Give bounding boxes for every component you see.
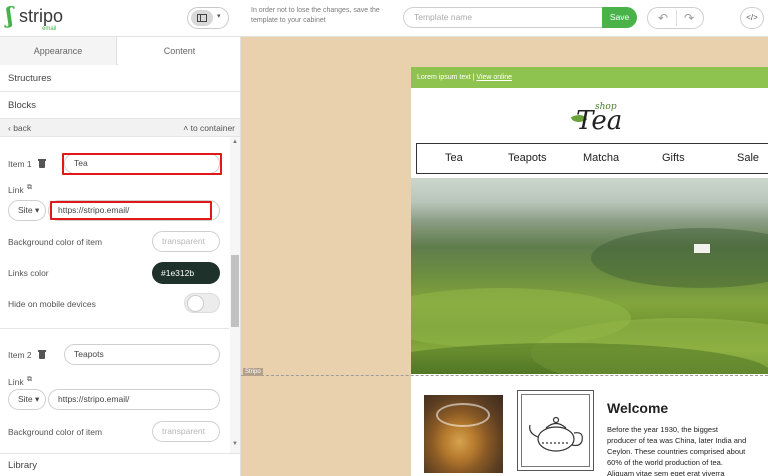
chevron-up-icon: ˄ (183, 123, 191, 133)
panel-tabs: Appearance Content (0, 37, 240, 65)
bg-color-picker[interactable]: transparent (152, 421, 220, 442)
block-divider-line (241, 375, 768, 376)
hide-mobile-toggle[interactable] (184, 293, 220, 313)
item-2-name-input[interactable]: Teapots (64, 344, 220, 365)
bg-color-label: Background color of item (8, 427, 103, 437)
links-color-label: Links color (8, 268, 49, 278)
teapot-image[interactable] (517, 390, 594, 471)
item-2-label: Item 2 (8, 350, 32, 360)
menu-item-teapots[interactable]: Teapots (508, 144, 547, 173)
highlight-box (50, 201, 212, 220)
tab-appearance[interactable]: Appearance (0, 37, 117, 65)
divider (0, 328, 229, 329)
welcome-title: Welcome (607, 400, 669, 416)
email-canvas[interactable]: Lorem ipsum text | View online Tea shop … (241, 37, 768, 476)
top-toolbar: ʃ stripo email ▾ In order not to lose th… (0, 0, 768, 37)
panel-scroll-area[interactable]: Item 1 Tea Link ⧉ Site ▾ https://stripo.… (0, 137, 240, 453)
trash-icon[interactable] (38, 350, 46, 359)
link-type-value: Site (18, 394, 33, 404)
layout-toggle-button[interactable]: ▾ (187, 7, 229, 29)
links-color-picker[interactable]: #1e312b (152, 262, 220, 284)
bg-color-label: Background color of item (8, 237, 103, 247)
caret-down-icon: ▾ (32, 394, 40, 404)
undo-redo-group: ↶ ↷ (647, 7, 704, 29)
menu-item-tea[interactable]: Tea (445, 144, 463, 173)
email-template: Lorem ipsum text | View online Tea shop … (411, 67, 768, 476)
settings-panel: Appearance Content Structures Blocks ‹ b… (0, 37, 241, 476)
link-label: Link (8, 377, 24, 387)
preheader-text: Lorem ipsum text | (417, 74, 477, 81)
link-type-value: Site (18, 205, 33, 215)
item-1-label: Item 1 (8, 159, 32, 169)
chevron-down-icon: ▾ (217, 13, 221, 20)
view-online-link[interactable]: View online (476, 74, 512, 81)
back-link[interactable]: ‹ back (8, 123, 31, 133)
code-icon[interactable]: </> (740, 7, 764, 29)
menu-item-sale[interactable]: Sale (737, 144, 759, 173)
house-shape (694, 244, 710, 253)
undo-icon[interactable]: ↶ (652, 11, 674, 25)
template-name-input[interactable]: Template name (403, 7, 603, 28)
highlight-box (62, 153, 222, 175)
scroll-down-icon[interactable]: ▼ (232, 441, 238, 447)
divider (676, 10, 677, 26)
back-label: back (13, 123, 32, 133)
item-2-url-input[interactable]: https://stripo.email/ (48, 389, 220, 410)
welcome-body: Before the year 1930, the biggest produc… (607, 425, 747, 476)
trash-icon[interactable] (38, 159, 46, 168)
logo-subtext: email (42, 26, 57, 32)
welcome-section[interactable]: Welcome Before the year 1930, the bigges… (411, 374, 768, 476)
logo-mark-icon: ʃ (6, 3, 14, 29)
redo-icon[interactable]: ↷ (678, 11, 700, 25)
email-logo[interactable]: Tea shop (411, 88, 768, 142)
to-container-label: to container (190, 123, 235, 133)
logo-text: stripo (19, 6, 64, 26)
bg-color-picker[interactable]: transparent (152, 231, 220, 252)
scroll-up-icon[interactable]: ▲ (232, 139, 238, 145)
library-section[interactable]: Library (0, 453, 240, 476)
back-bar: ‹ back ˄ to container (0, 119, 240, 137)
menu-item-gifts[interactable]: Gifts (662, 144, 685, 173)
blocks-section[interactable]: Blocks (0, 92, 240, 119)
preheader[interactable]: Lorem ipsum text | View online (411, 67, 768, 88)
to-container-link[interactable]: ˄ to container (183, 123, 235, 133)
scrollbar-thumb[interactable] (231, 255, 239, 327)
layout-icon (191, 10, 213, 26)
link-icon: ⧉ (27, 184, 32, 191)
structures-section[interactable]: Structures (0, 65, 240, 92)
hide-mobile-label: Hide on mobile devices (8, 299, 96, 309)
menu-item-matcha[interactable]: Matcha (583, 144, 619, 173)
link-label: Link (8, 185, 24, 195)
link-type-select[interactable]: Site ▾ (8, 389, 46, 410)
logo-shop-text: shop (595, 102, 617, 112)
link-icon: ⧉ (27, 376, 32, 383)
teapot-icon (529, 416, 583, 452)
teacup-image[interactable] (424, 395, 503, 473)
tab-content[interactable]: Content (118, 37, 240, 65)
stripo-logo[interactable]: ʃ stripo email (6, 5, 76, 33)
link-type-select[interactable]: Site ▾ (8, 200, 46, 221)
hero-image[interactable] (411, 178, 768, 374)
save-hint: In order not to lose the changes, save t… (251, 7, 380, 24)
teapot-frame (521, 394, 590, 467)
save-button[interactable]: Save (602, 7, 637, 28)
caret-down-icon: ▾ (32, 205, 40, 215)
hero-shape (591, 228, 768, 288)
block-tag: Stripo (243, 368, 263, 376)
email-menu[interactable]: Tea Teapots Matcha Gifts Sale (416, 143, 768, 174)
